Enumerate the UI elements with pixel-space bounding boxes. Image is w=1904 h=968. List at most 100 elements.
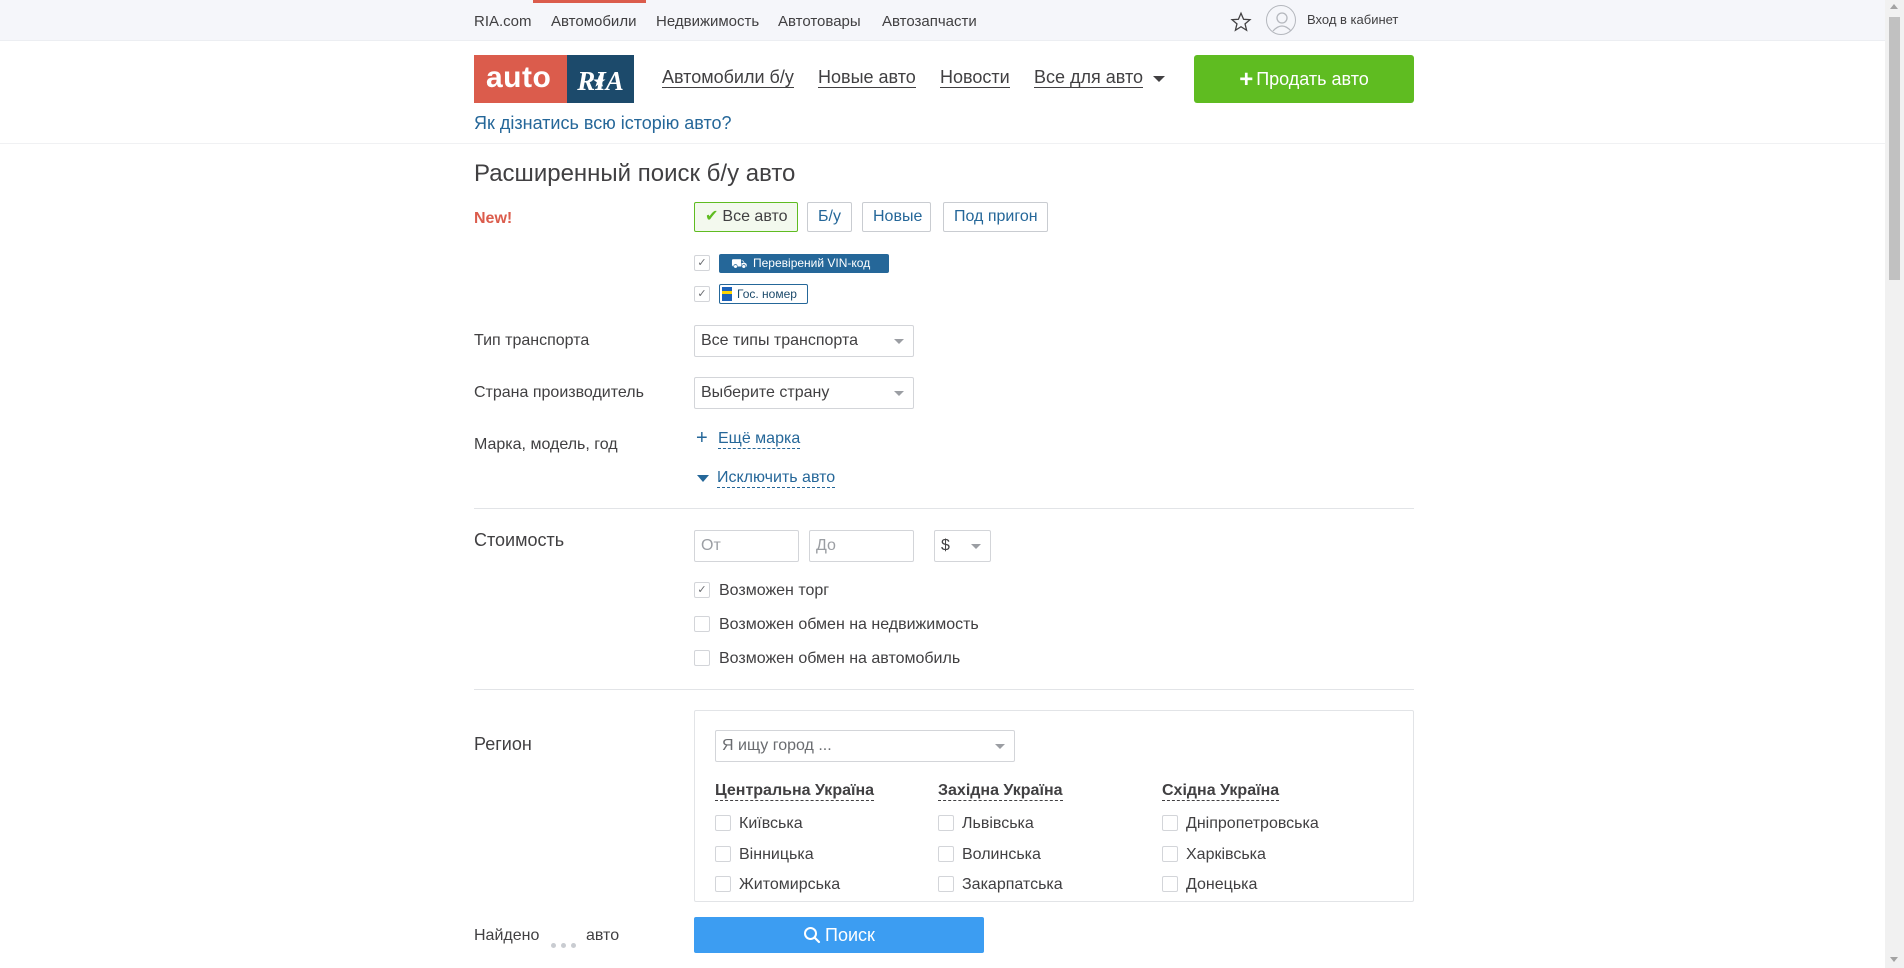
region-checkbox[interactable] <box>715 876 731 892</box>
chevron-down-icon <box>894 391 904 396</box>
scrollbar-thumb[interactable] <box>1889 17 1900 280</box>
bargain-label: Возможен торг <box>719 582 830 599</box>
region-group-east[interactable]: Східна Україна <box>1162 782 1280 801</box>
vin-badge: ⛟ Перевірений VIN-код <box>719 254 889 273</box>
realty-exchange-label: Возможен обмен на недвижимость <box>719 616 979 633</box>
transport-type-label: Тип транспорта <box>474 332 590 349</box>
topnav-autoparts[interactable]: Автозапчасти <box>882 13 977 30</box>
favorites-star-icon[interactable] <box>1230 11 1252 33</box>
region-item-zakarpattia[interactable]: Закарпатська <box>962 876 1063 894</box>
car-exchange-checkbox[interactable] <box>694 650 710 666</box>
tab-import[interactable]: Под пригон <box>943 202 1048 232</box>
plate-badge-label: Гос. номер <box>737 287 797 301</box>
page-title: Расширенный поиск б/у авто <box>474 160 796 187</box>
price-to-input[interactable]: До <box>809 530 914 562</box>
page-scrollbar[interactable] <box>1885 0 1904 968</box>
bottom-search-bar: Найдено авто Поиск <box>0 902 1885 968</box>
exclude-cars-link[interactable]: Исключить авто <box>717 469 836 488</box>
region-checkbox[interactable] <box>715 815 731 831</box>
plate-badge: Гос. номер <box>719 284 808 304</box>
region-item-vinnytsia[interactable]: Вінницька <box>739 846 814 864</box>
region-item-kharkiv[interactable]: Харківська <box>1186 846 1266 864</box>
region-group-central[interactable]: Центральна Україна <box>715 782 875 801</box>
topnav-realty[interactable]: Недвижимость <box>656 13 759 30</box>
check-icon: ✔ <box>705 208 719 225</box>
new-label: New! <box>474 210 513 227</box>
region-item-dnipro[interactable]: Дніпропетровська <box>1186 815 1319 833</box>
topnav-autogoods[interactable]: Автотовары <box>778 13 861 30</box>
chevron-down-icon <box>971 544 981 549</box>
scroll-down-arrow-icon[interactable] <box>1890 957 1898 962</box>
search-button[interactable]: Поиск <box>694 917 984 953</box>
city-search-select[interactable]: Я ищу город ... <box>715 730 1015 762</box>
tab-used[interactable]: Б/у <box>807 202 852 232</box>
topnav-ria-com[interactable]: RIA.com <box>474 13 532 30</box>
currency-value: $ <box>941 537 950 554</box>
header-divider <box>0 143 1885 144</box>
triangle-down-icon[interactable] <box>697 475 709 482</box>
logo-ria[interactable]: ★ RIA <box>567 55 634 103</box>
region-checkbox[interactable] <box>1162 846 1178 862</box>
chevron-down-icon <box>894 339 904 344</box>
found-suffix: авто <box>586 927 620 944</box>
region-checkbox[interactable] <box>1162 876 1178 892</box>
transport-type-value: Все типы транспорта <box>701 332 859 349</box>
scroll-up-arrow-icon[interactable] <box>1890 4 1898 9</box>
city-search-placeholder: Я ищу город ... <box>722 737 832 754</box>
sell-car-button[interactable]: + Продать авто <box>1194 55 1414 103</box>
region-checkbox[interactable] <box>938 846 954 862</box>
region-item-donetsk[interactable]: Донецька <box>1186 876 1257 894</box>
top-bar: RIA.com Автомобили Недвижимость Автотова… <box>0 0 1885 41</box>
country-select[interactable]: Выберите страну <box>694 377 914 409</box>
sell-car-label: Продать авто <box>1256 69 1369 89</box>
login-link[interactable]: Вход в кабинет <box>1307 12 1398 27</box>
vin-car-icon: ⛟ <box>731 256 748 271</box>
topnav-cars[interactable]: Автомобили <box>551 13 636 30</box>
realty-exchange-checkbox[interactable] <box>694 616 710 632</box>
region-item-volyn[interactable]: Волинська <box>962 846 1041 864</box>
transport-type-select[interactable]: Все типы транспорта <box>694 325 914 357</box>
logo-star-icon: ★ <box>593 75 606 90</box>
plate-checkbox[interactable]: ✓ <box>694 286 710 302</box>
car-exchange-label: Возможен обмен на автомобиль <box>719 650 961 667</box>
price-label: Стоимость <box>474 530 565 550</box>
search-icon <box>804 927 821 944</box>
tab-all-cars-label: Все авто <box>722 208 788 225</box>
loading-dots-icon <box>551 935 581 953</box>
nav-all-for-auto[interactable]: Все для авто <box>1034 67 1144 88</box>
region-checkbox[interactable] <box>1162 815 1178 831</box>
plus-icon: + <box>1239 66 1254 93</box>
ua-flag-icon <box>722 287 732 301</box>
region-item-zhytomyr[interactable]: Житомирська <box>739 876 840 894</box>
add-brand-link[interactable]: Ещё марка <box>718 430 801 449</box>
tab-all-cars[interactable]: ✔ Все авто <box>694 202 798 232</box>
section-divider <box>474 689 1414 690</box>
bargain-checkbox[interactable]: ✓ <box>694 582 710 598</box>
region-item-lviv[interactable]: Львівська <box>962 815 1034 833</box>
chevron-down-icon[interactable] <box>1153 76 1165 82</box>
country-label: Страна производитель <box>474 384 644 401</box>
region-label: Регион <box>474 734 532 754</box>
region-checkbox[interactable] <box>938 876 954 892</box>
nav-new-cars[interactable]: Новые авто <box>818 67 916 88</box>
chevron-down-icon <box>995 744 1005 749</box>
region-checkbox[interactable] <box>715 846 731 862</box>
search-button-label: Поиск <box>825 925 875 945</box>
vin-checkbox[interactable]: ✓ <box>694 255 710 271</box>
region-item-kyiv[interactable]: Київська <box>739 815 803 833</box>
vin-badge-label: Перевірений VIN-код <box>753 256 871 270</box>
price-from-input[interactable]: От <box>694 530 799 562</box>
section-divider <box>474 508 1414 509</box>
logo-auto[interactable]: auto <box>474 55 567 103</box>
country-value: Выберите страну <box>701 384 830 401</box>
car-history-link[interactable]: Як дізнатись всю історію авто? <box>474 113 732 134</box>
region-group-west[interactable]: Західна Україна <box>938 782 1063 801</box>
currency-select[interactable]: $ <box>934 530 991 562</box>
user-avatar-icon[interactable] <box>1266 5 1296 35</box>
region-checkbox[interactable] <box>938 815 954 831</box>
brand-model-year-label: Марка, модель, год <box>474 436 618 453</box>
nav-used-cars[interactable]: Автомобили б/у <box>662 67 794 88</box>
nav-news[interactable]: Новости <box>940 67 1010 88</box>
plus-icon[interactable]: + <box>696 428 708 448</box>
tab-new[interactable]: Новые <box>862 202 931 232</box>
